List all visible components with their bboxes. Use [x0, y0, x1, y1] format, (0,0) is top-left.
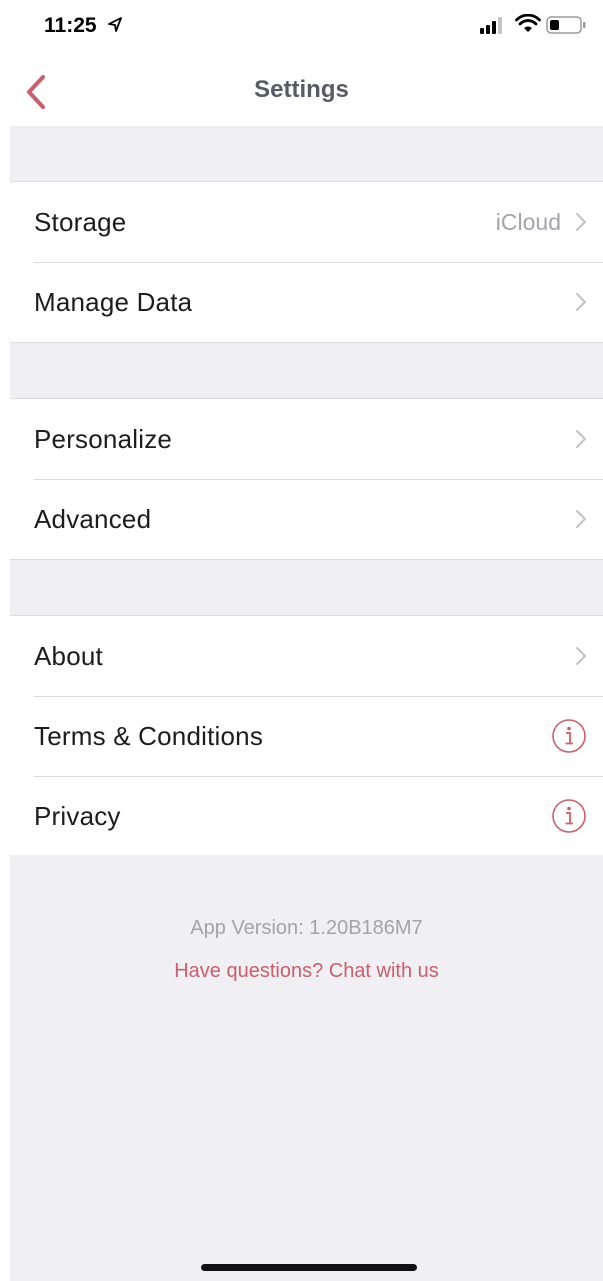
chevron-right-icon [575, 292, 587, 312]
home-indicator[interactable] [201, 1264, 417, 1271]
status-time: 11:25 [44, 14, 97, 37]
settings-group-storage: Storage iCloud Manage Data [10, 182, 603, 343]
row-advanced[interactable]: Advanced [10, 479, 603, 559]
status-bar: 11:25 [0, 0, 603, 50]
row-about[interactable]: About [10, 616, 603, 696]
page-title: Settings [254, 76, 349, 103]
row-manage-data[interactable]: Manage Data [10, 262, 603, 342]
section-spacer [10, 126, 603, 182]
row-terms-conditions[interactable]: Terms & Conditions [10, 696, 603, 776]
settings-group-customize: Personalize Advanced [10, 399, 603, 560]
section-spacer [10, 560, 603, 616]
settings-group-info: About Terms & Conditions Privacy [10, 616, 603, 857]
info-icon[interactable] [551, 718, 587, 754]
row-label: Advanced [34, 503, 152, 534]
battery-icon [546, 16, 586, 34]
info-icon[interactable] [551, 798, 587, 834]
wifi-icon [515, 14, 541, 32]
section-spacer [10, 343, 603, 399]
row-label: Manage Data [34, 286, 193, 317]
row-label: About [34, 640, 103, 671]
row-storage[interactable]: Storage iCloud [10, 182, 603, 262]
chevron-right-icon [575, 646, 587, 666]
settings-screen: 11:25 Settings Storage iCloud Manage Dat… [0, 0, 603, 1281]
chevron-right-icon [575, 429, 587, 449]
location-arrow-icon [108, 17, 122, 32]
settings-table: Storage iCloud Manage Data Personalize A… [10, 126, 603, 857]
row-label: Privacy [34, 800, 121, 831]
row-label: Personalize [34, 423, 173, 454]
chat-with-us-link[interactable]: Have questions? Chat with us [10, 960, 603, 983]
row-label: Terms & Conditions [34, 720, 264, 751]
navigation-bar: Settings [0, 50, 603, 126]
chevron-right-icon [575, 212, 587, 232]
cellular-signal-icon [480, 17, 502, 34]
row-personalize[interactable]: Personalize [10, 399, 603, 479]
footer: App Version: 1.20B186M7 Have questions? … [10, 855, 603, 1281]
app-version-text: App Version: 1.20B186M7 [190, 917, 423, 939]
row-detail-value: iCloud [495, 208, 561, 235]
row-privacy[interactable]: Privacy [10, 776, 603, 856]
row-label: Storage [34, 206, 127, 237]
chevron-right-icon [575, 509, 587, 529]
